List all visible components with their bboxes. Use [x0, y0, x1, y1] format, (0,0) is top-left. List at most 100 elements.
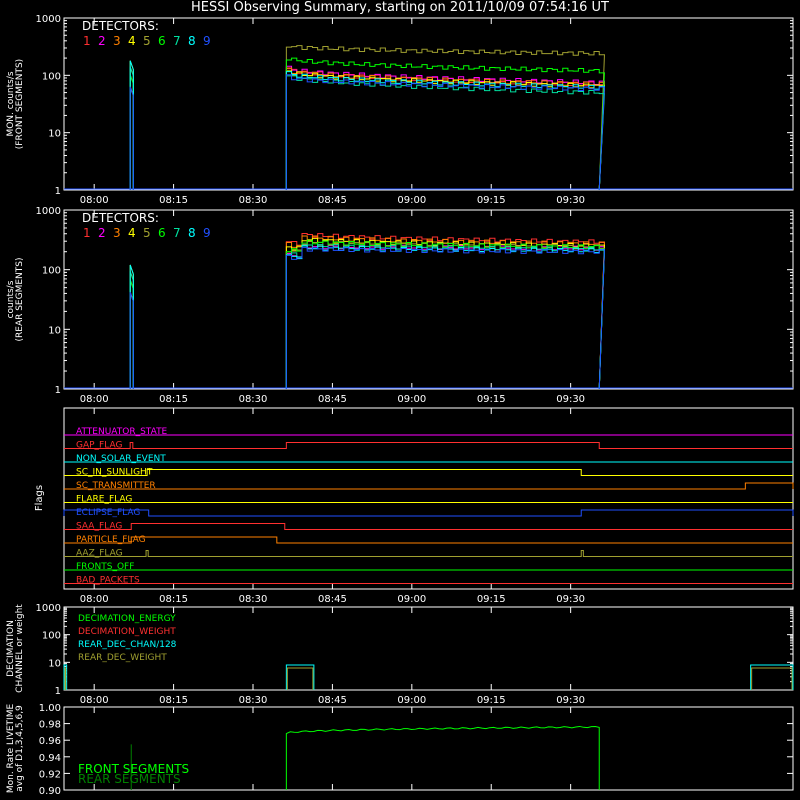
front-ytick-label: 1 — [55, 186, 61, 197]
rear-ylabel: (REAR SEGMENTS) — [15, 257, 25, 341]
rear-ytick-label: 1000 — [36, 206, 61, 217]
livetime-ytick-label: 0.90 — [39, 786, 61, 797]
front-series-9 — [285, 74, 605, 191]
flag-trace — [64, 469, 793, 476]
front-legend-digit: 9 — [203, 34, 211, 48]
decimation-legend: DECIMATION_ENERGY — [78, 614, 176, 624]
decimation-ylabel: CHANNEL or weight — [15, 604, 25, 693]
front-legend-digit: 6 — [158, 34, 166, 48]
rear-series-6 — [285, 239, 605, 390]
rear-xtick-label: 08:15 — [159, 394, 188, 405]
front-series-7 — [285, 75, 605, 191]
rear-ytick-label: 1 — [55, 385, 61, 396]
flags-ylabel: Flags — [34, 485, 45, 511]
front-ytick-label: 10 — [48, 129, 61, 140]
front-xtick-label: 09:30 — [556, 195, 585, 206]
front-ytick-label: 100 — [42, 71, 61, 82]
flags-xtick-label: 08:15 — [159, 594, 188, 605]
front-series-spike — [129, 86, 134, 190]
flags-xtick-label: 08:00 — [80, 594, 109, 605]
livetime-ytick-label: 1.00 — [39, 703, 61, 714]
livetime-ytick-label: 0.98 — [39, 720, 61, 731]
rear-ytick-label: 10 — [48, 325, 61, 336]
flags-xtick-label: 09:15 — [477, 594, 506, 605]
rear-xtick-label: 09:15 — [477, 394, 506, 405]
decimation-legend: DECIMATION_WEIGHT — [78, 627, 176, 637]
decimation-xtick-label: 08:15 — [159, 695, 188, 706]
front-legend-digit: 3 — [113, 34, 121, 48]
decimation-ytick-label: 10 — [48, 658, 61, 669]
decimation-xtick-label: 09:00 — [397, 695, 426, 706]
rear-xtick-label: 08:45 — [318, 394, 347, 405]
front-legend-digit: 8 — [188, 34, 196, 48]
decimation-ytick-label: 100 — [42, 631, 61, 642]
decimation-xtick-label: 09:30 — [556, 695, 585, 706]
front-xtick-label: 08:00 — [80, 195, 109, 206]
rear-legend-digit: 7 — [173, 226, 181, 240]
livetime-ytick-label: 0.96 — [39, 736, 61, 747]
decimation-block — [750, 664, 794, 690]
decimation-xtick-label: 08:30 — [239, 695, 268, 706]
front-xtick-label: 08:15 — [159, 195, 188, 206]
front-xtick-label: 08:30 — [239, 195, 268, 206]
flag-trace — [64, 442, 793, 449]
front-xtick-label: 08:45 — [318, 195, 347, 206]
rear-series-9 — [285, 246, 605, 390]
front-xtick-label: 09:15 — [477, 195, 506, 206]
decimation-legend: REAR_DEC_CHAN/128 — [78, 640, 177, 650]
front-legend-digit: 1 — [83, 34, 91, 48]
decimation-ytick-label: 1000 — [36, 603, 61, 614]
front-ylabel: (FRONT SEGMENTS) — [15, 59, 25, 149]
rear-series-7 — [285, 244, 605, 390]
rear-series-8 — [285, 245, 605, 390]
rear-series-4 — [285, 237, 605, 390]
front-series-5 — [285, 45, 605, 191]
flags-xtick-label: 08:30 — [239, 594, 268, 605]
flags-xtick-label: 09:00 — [397, 594, 426, 605]
rear-xtick-label: 08:00 — [80, 394, 109, 405]
decimation-xtick-label: 08:00 — [80, 695, 109, 706]
front-legend-digit: 7 — [173, 34, 181, 48]
summary-plot: 08:00 08:15 08:30 08:45 09:00 09:15 09:30MON. … — [6, 14, 794, 797]
decimation-xtick-label: 09:15 — [477, 695, 506, 706]
front-series-8 — [285, 71, 605, 191]
rear-legend-digit: 2 — [98, 226, 106, 240]
flag-trace — [64, 536, 793, 544]
rear-series-1 — [285, 232, 605, 390]
livetime-ylabel: avg of D1,3,4,5,6,9 — [15, 705, 25, 792]
decimation-block — [751, 667, 793, 690]
livetime-ytick-label: 0.92 — [39, 769, 61, 780]
rear-legend-title: DETECTORS: — [82, 211, 159, 225]
rear-legend-digit: 8 — [188, 226, 196, 240]
decimation-xtick-label: 08:45 — [318, 695, 347, 706]
livetime-ytick-label: 0.94 — [39, 753, 61, 764]
rear-xtick-label: 09:00 — [397, 394, 426, 405]
front-legend-digit: 5 — [143, 34, 151, 48]
rear-ytick-label: 100 — [42, 266, 61, 277]
rear-series-3 — [285, 235, 605, 390]
rear-legend-digit: 3 — [113, 226, 121, 240]
rear-legend-digit: 4 — [128, 226, 136, 240]
flag-trace — [64, 523, 793, 530]
front-legend-digit: 4 — [128, 34, 136, 48]
livetime-legend: REAR SEGMENTS — [78, 772, 181, 786]
decimation-legend: REAR_DEC_WEIGHT — [78, 653, 167, 663]
front-series-3 — [285, 67, 605, 191]
flags-xtick-label: 09:30 — [556, 594, 585, 605]
front-legend-title: DETECTORS: — [82, 19, 159, 33]
rear-series-5 — [285, 240, 605, 390]
rear-series-spike — [129, 291, 134, 389]
flag-trace — [64, 482, 794, 490]
decimation-ytick-label: 1 — [55, 686, 61, 697]
flag-trace — [64, 550, 793, 557]
front-legend-digit: 2 — [98, 34, 106, 48]
decimation-block — [285, 664, 315, 690]
livetime-series-front — [285, 725, 600, 790]
front-series-1 — [285, 68, 605, 191]
decimation-block — [64, 667, 67, 690]
rear-legend-digit: 6 — [158, 226, 166, 240]
decimation-block — [286, 667, 314, 690]
flags-xtick-label: 08:45 — [318, 594, 347, 605]
flag-trace — [63, 509, 794, 517]
front-ytick-label: 1000 — [36, 14, 61, 25]
